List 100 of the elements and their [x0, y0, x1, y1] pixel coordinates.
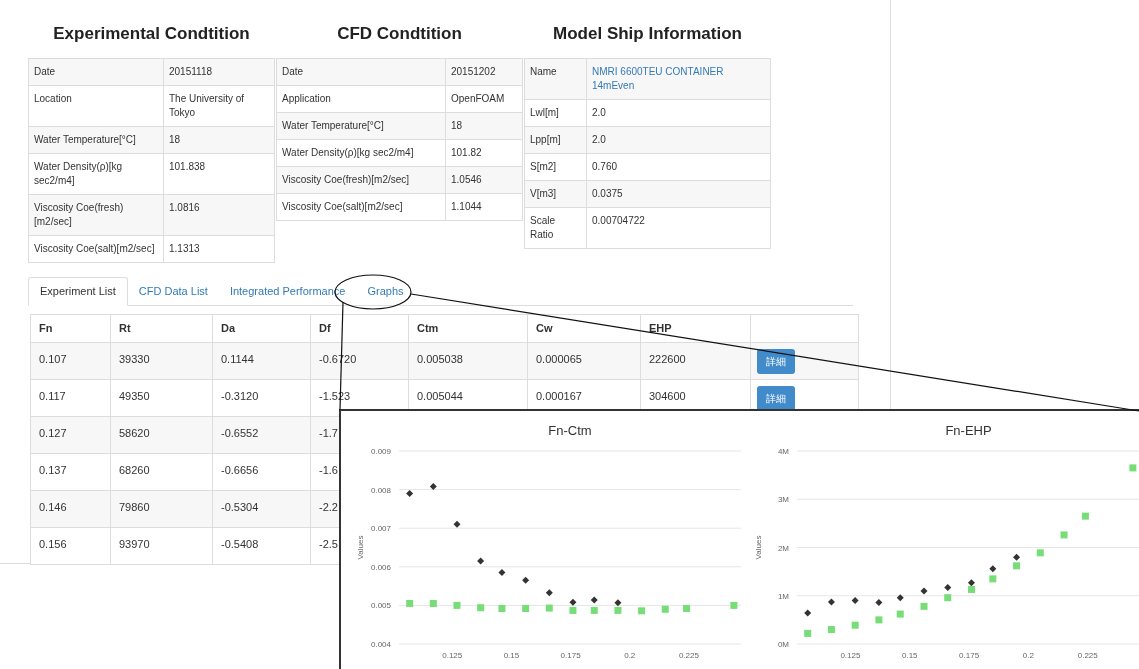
table-cell: 0.000065	[536, 353, 582, 365]
y-tick-label: 3M	[777, 495, 789, 505]
data-point	[477, 604, 485, 612]
data-point	[989, 575, 997, 583]
table-cell: 0.005038	[417, 353, 463, 365]
data-point	[522, 576, 530, 584]
table-cell: 0.156	[39, 538, 67, 550]
tab[interactable]: Graphs	[356, 277, 415, 305]
data-point	[498, 569, 506, 577]
x-tick-label: 0.125	[442, 651, 463, 660]
table-cell: 79860	[119, 501, 150, 513]
y-tick-label: 2M	[777, 543, 789, 553]
row-value: 0.00704722	[592, 215, 645, 226]
table-cell: -0.5304	[221, 501, 259, 513]
table-cell: -2.2	[319, 501, 338, 513]
row-value: 18	[169, 134, 181, 145]
table-cell: -1.6	[319, 464, 338, 476]
section-heading: CFD Condtition	[336, 23, 463, 45]
row-label: Lwl[m]	[530, 107, 559, 118]
row-label: Water Density(ρ)[kg sec2/m4]	[282, 147, 414, 158]
data-point	[851, 597, 859, 605]
column-header: Da	[221, 322, 236, 335]
data-point	[545, 604, 553, 612]
x-tick-label: 0.225	[678, 651, 699, 660]
y-axis-label: Values	[754, 535, 763, 560]
data-point	[522, 605, 530, 612]
row-value: 2.0	[592, 134, 606, 145]
row-label: Lpp[m]	[530, 134, 561, 145]
detail-button[interactable]: 詳細	[757, 349, 795, 374]
y-tick-label: 0.005	[370, 601, 391, 611]
y-tick-label: 0.006	[370, 562, 391, 572]
column-header: EHP	[649, 322, 672, 335]
row-label: Location	[34, 93, 72, 104]
table-cell: 0.005044	[417, 390, 463, 402]
x-tick-label: 0.2	[1022, 651, 1034, 660]
row-value: 20151202	[451, 66, 496, 77]
table-cell: 58620	[119, 427, 150, 439]
data-point	[429, 599, 437, 607]
y-tick-label: 0.008	[370, 485, 391, 495]
table-cell: 39330	[119, 353, 150, 365]
row-label: Viscosity Coe(fresh)[m2/sec]	[282, 174, 410, 185]
x-tick-label: 0.15	[901, 651, 918, 660]
data-point	[406, 489, 414, 497]
data-point	[804, 609, 812, 617]
table-cell: 304600	[649, 390, 686, 402]
x-tick-label: 0.125	[840, 651, 861, 660]
x-tick-label: 0.15	[503, 651, 520, 660]
row-label: S[m2]	[530, 161, 557, 172]
section-heading: Model Ship Information	[552, 23, 743, 45]
row-label: Viscosity Coe(salt)[m2/sec]	[282, 201, 403, 212]
row-label: Water Temperature[°C]	[282, 120, 384, 131]
table-cell: -0.5408	[221, 538, 259, 550]
row-label: Application	[282, 93, 331, 104]
detail-button[interactable]: 詳細	[757, 386, 795, 411]
table-cell: 222600	[649, 353, 686, 365]
x-tick-label: 0.225	[1077, 651, 1098, 660]
row-label: Water Temperature[°C]	[34, 134, 136, 145]
chart-title: Fn-EHP	[945, 423, 992, 438]
row-label: Water Density(ρ)[kg sec2/m4]	[34, 161, 123, 186]
data-point	[453, 601, 461, 609]
y-tick-label: 0.004	[370, 640, 391, 649]
y-axis-label: Values	[356, 535, 365, 560]
table-cell: 0.1144	[221, 353, 254, 365]
row-label: Scale Ratio	[530, 215, 555, 240]
table-cell: -0.3120	[221, 390, 259, 402]
data-point	[1081, 512, 1089, 520]
row-label: Viscosity Coe(fresh)[m2/sec]	[34, 202, 124, 227]
table-cell: -0.6656	[221, 464, 259, 476]
table-cell: 0.000167	[536, 390, 582, 402]
row-label: Date	[282, 66, 304, 77]
row-value: OpenFOAM	[451, 93, 505, 104]
column-header: Cw	[536, 322, 553, 335]
tab[interactable]: Experiment List	[28, 277, 128, 306]
data-point	[804, 629, 812, 637]
x-tick-label: 0.175	[560, 651, 581, 660]
y-tick-label: 4M	[777, 447, 789, 456]
data-point	[661, 605, 669, 613]
row-value: 20151118	[169, 66, 212, 77]
data-point	[827, 626, 835, 634]
table-cell: -2.5	[319, 538, 338, 550]
y-tick-label: 0M	[777, 640, 789, 649]
row-label: Date	[34, 66, 56, 77]
x-tick-label: 0.175	[959, 651, 980, 660]
table-cell: -1.7	[319, 427, 338, 439]
data-point	[590, 596, 598, 604]
tab[interactable]: CFD Data List	[127, 277, 219, 305]
y-tick-label: 0.007	[370, 524, 391, 534]
y-tick-label: 0.009	[370, 447, 391, 456]
data-point	[944, 584, 952, 592]
table-cell: 68260	[119, 464, 150, 476]
data-point	[827, 598, 835, 606]
data-point	[406, 599, 414, 607]
table-cell: 0.146	[39, 501, 67, 513]
data-point	[1036, 549, 1044, 557]
row-value: 2.0	[592, 107, 606, 118]
data-point	[851, 621, 859, 629]
row-value: 1.1313	[169, 243, 200, 254]
data-point	[896, 594, 904, 602]
row-value: 101.838	[169, 161, 206, 172]
y-tick-label: 1M	[777, 591, 789, 601]
